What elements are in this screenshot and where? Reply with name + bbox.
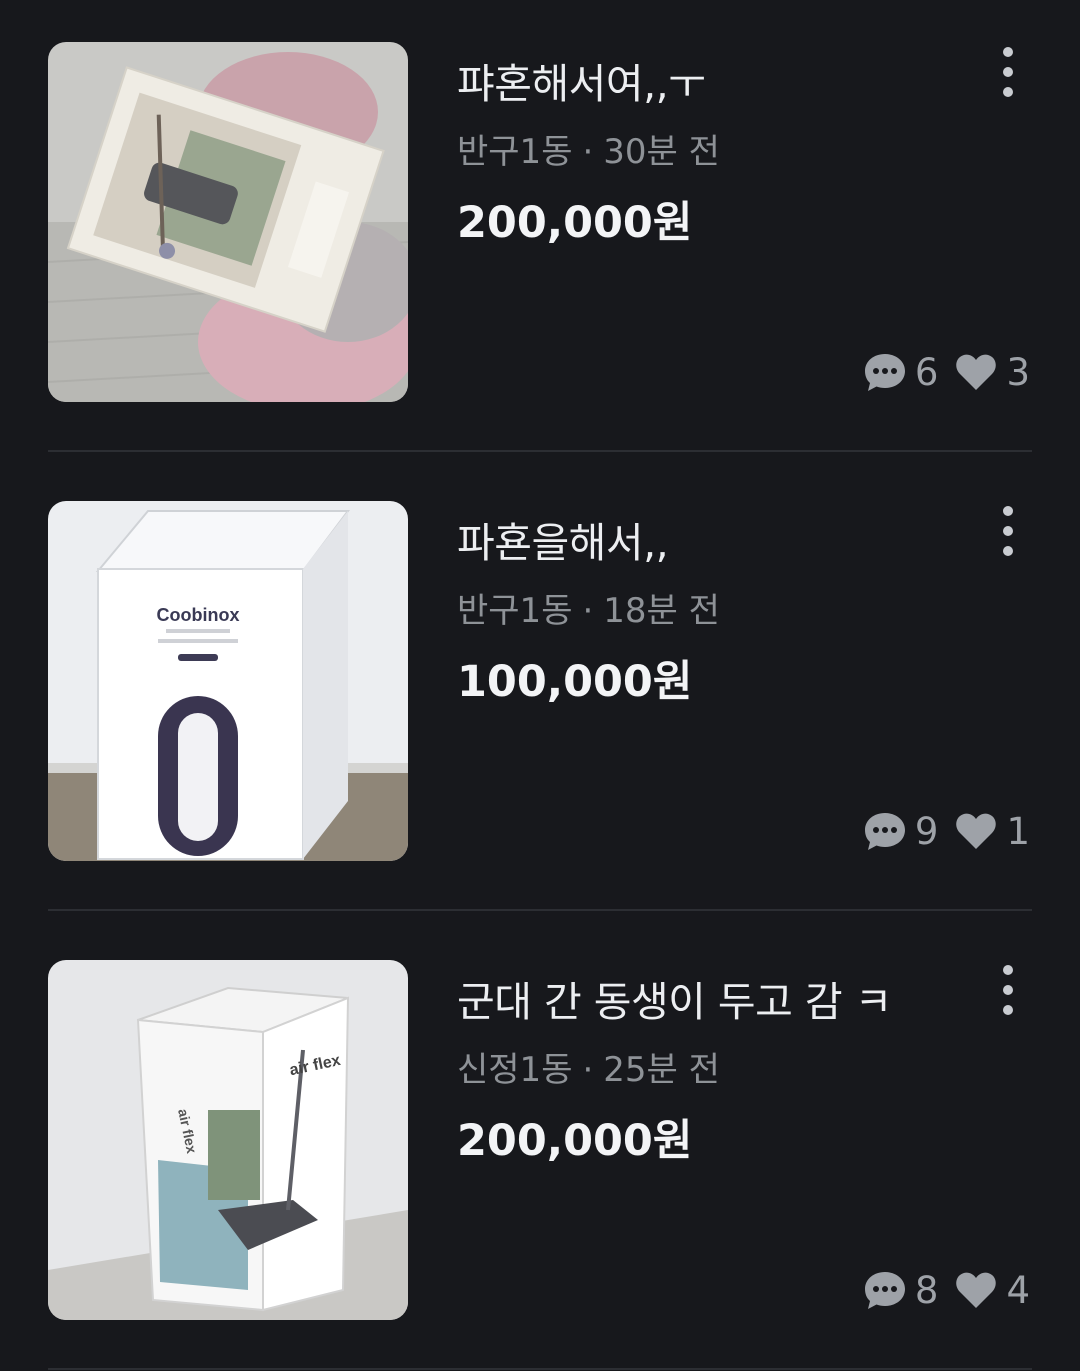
more-options-button[interactable] [990,503,1026,563]
listing-item[interactable]: 퍄혼해서여,,ㅜ 반구1동 · 30분 전 200,000원 6 3 [0,42,1080,402]
vacuum-box-photo: air flex air flex [48,960,408,1320]
listing-title[interactable]: 퍄혼해서여,,ㅜ [457,50,706,110]
meta-separator: · [582,1050,594,1090]
listing-item[interactable]: air flex air flex 군대 간 동생이 두고 감 ㅋ 신정1동 · 2… [0,960,1080,1320]
listing-time: 30분 전 [603,132,720,172]
like-count: 3 [1006,350,1030,394]
heart-icon [956,1272,997,1308]
listing-meta: 반구1동 · 18분 전 [457,583,720,632]
listing-meta: 반구1동 · 30분 전 [457,124,720,173]
more-vertical-icon [1003,965,1013,975]
chat-count: 9 [914,809,939,853]
listing-title[interactable]: 군대 간 동생이 두고 감 ㅋ [457,968,892,1028]
listing-time: 18분 전 [603,591,720,631]
listing-item[interactable]: Coobinox 파횬을해서,, 반구1동·18분 전 100,000원 9 [0,501,1080,861]
listing-stats: 6 3 [863,350,1030,394]
like-count: 4 [1006,1268,1030,1312]
chat-bubble-icon [864,354,905,391]
listing-price: 200,000원 [457,1116,693,1166]
chat-count: 6 [914,350,939,394]
listing-meta: 신정1동 · 25분 전 [457,1042,720,1091]
chat-bubble-icon [864,1272,905,1309]
more-vertical-icon [1003,506,1013,516]
listing-location: 신정1동 [457,1050,573,1090]
listing-list: 퍄혼해서여,,ㅜ 반구1동 · 30분 전 200,000원 6 3 Coobi… [0,0,1080,1371]
listing-location: 반구1동 [457,591,573,631]
listing-title[interactable]: 파횬을해서,, [457,509,669,569]
meta-separator: · [582,591,594,631]
listing-thumbnail[interactable] [48,42,408,402]
vacuum-box-photo [48,42,408,402]
more-options-button[interactable] [990,962,1026,1022]
listing-location: 반구1동 [457,132,573,172]
listing-stats: 9 1 [863,809,1030,853]
tower-fan-box-photo: Coobinox [48,501,408,861]
chat-count: 8 [914,1268,939,1312]
more-options-button[interactable] [990,44,1026,104]
chat-bubble-icon [864,813,905,850]
divider [48,450,1032,452]
listing-price: 200,000원 [457,198,693,248]
heart-icon [956,354,997,390]
heart-icon [956,813,997,849]
listing-time: 25분 전 [603,1050,720,1090]
brand-text: Coobinox [157,605,240,625]
like-count: 1 [1006,809,1030,853]
more-vertical-icon [1003,47,1013,57]
listing-thumbnail[interactable]: air flex air flex [48,960,408,1320]
listing-stats: 8 4 [863,1268,1030,1312]
listing-thumbnail[interactable]: Coobinox [48,501,408,861]
divider [48,909,1032,911]
listing-price: 100,000원 [457,657,693,707]
meta-separator: · [582,132,594,172]
divider [48,1368,1032,1370]
